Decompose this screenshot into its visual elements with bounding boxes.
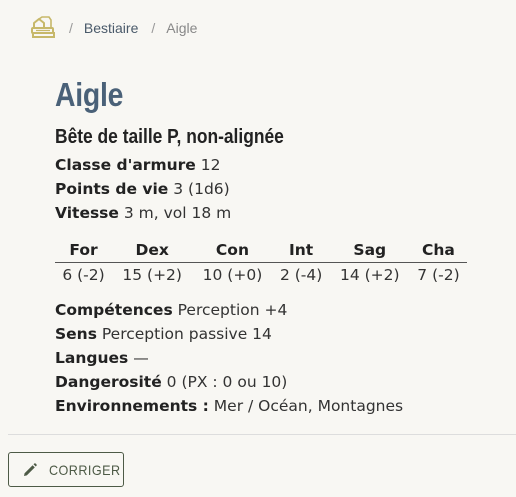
breadcrumb-current: Aigle — [166, 20, 198, 36]
ability-value-row: 6 (-2) 15 (+2) 10 (+0) 2 (-4) 14 (+2) 7 … — [55, 263, 467, 288]
armor-class-label: Classe d'armure — [55, 156, 196, 174]
breadcrumb-separator: / — [69, 20, 73, 36]
environments-value: Mer / Océan, Montagnes — [213, 397, 404, 415]
environments-label: Environnements : — [55, 397, 209, 415]
ability-value: 15 (+2) — [122, 266, 182, 284]
speed: Vitesse 3 m, vol 18 m — [55, 203, 231, 223]
pencil-icon — [23, 462, 37, 477]
senses-label: Sens — [55, 325, 97, 343]
speed-label: Vitesse — [55, 204, 119, 222]
ability-value: 10 (+0) — [202, 266, 263, 284]
ability-header-row: For Dex Con Int Sag Cha — [55, 238, 467, 263]
ability-name: Con — [192, 238, 273, 263]
ability-name: Sag — [329, 238, 410, 263]
ability-name: Dex — [112, 238, 193, 263]
environments: Environnements : Mer / Océan, Montagnes — [55, 396, 403, 416]
challenge-label: Dangerosité — [55, 373, 162, 391]
ability-name: For — [55, 238, 113, 263]
ability-value: 6 (-2) — [62, 266, 105, 284]
speed-value: 3 m, vol 18 m — [123, 204, 232, 222]
hit-points-label: Points de vie — [55, 180, 169, 198]
armor-class: Classe d'armure 12 — [55, 155, 220, 175]
skills-value: Perception +4 — [177, 301, 288, 319]
languages-label: Langues — [55, 349, 129, 367]
ability-name: Int — [272, 238, 330, 263]
breadcrumb-separator: / — [151, 20, 156, 36]
languages-value: — — [133, 349, 149, 367]
armor-class-value: 12 — [200, 156, 221, 174]
ability-value: 2 (-4) — [279, 266, 323, 284]
ability-name: Cha — [409, 238, 467, 263]
ability-value: 14 (+2) — [339, 266, 400, 284]
divider — [8, 434, 516, 435]
challenge-rating: Dangerosité 0 (PX : 0 ou 10) — [55, 372, 287, 392]
skills-label: Compétences — [55, 301, 173, 319]
hit-points: Points de vie 3 (1d6) — [55, 179, 230, 199]
senses: Sens Perception passive 14 — [55, 324, 272, 344]
hit-points-value: 3 (1d6) — [173, 180, 230, 198]
page-title: Aigle — [55, 76, 124, 113]
languages: Langues — — [55, 348, 149, 368]
ability-scores-table: For Dex Con Int Sag Cha 6 (-2) 15 (+2) 1… — [55, 238, 467, 287]
senses-value: Perception passive 14 — [101, 325, 272, 343]
dragon-book-icon[interactable] — [30, 16, 56, 40]
skills: Compétences Perception +4 — [55, 300, 287, 320]
fix-button-label: CORRIGER — [49, 461, 121, 478]
breadcrumb-link-bestiary[interactable]: Bestiaire — [84, 20, 138, 36]
breadcrumb: / Bestiaire / Aigle — [30, 14, 197, 42]
creature-subtitle: Bête de taille P, non-alignée — [55, 126, 284, 148]
fix-button[interactable]: CORRIGER — [8, 452, 124, 487]
challenge-value: 0 (PX : 0 ou 10) — [166, 373, 288, 391]
ability-value: 7 (-2) — [417, 266, 460, 284]
